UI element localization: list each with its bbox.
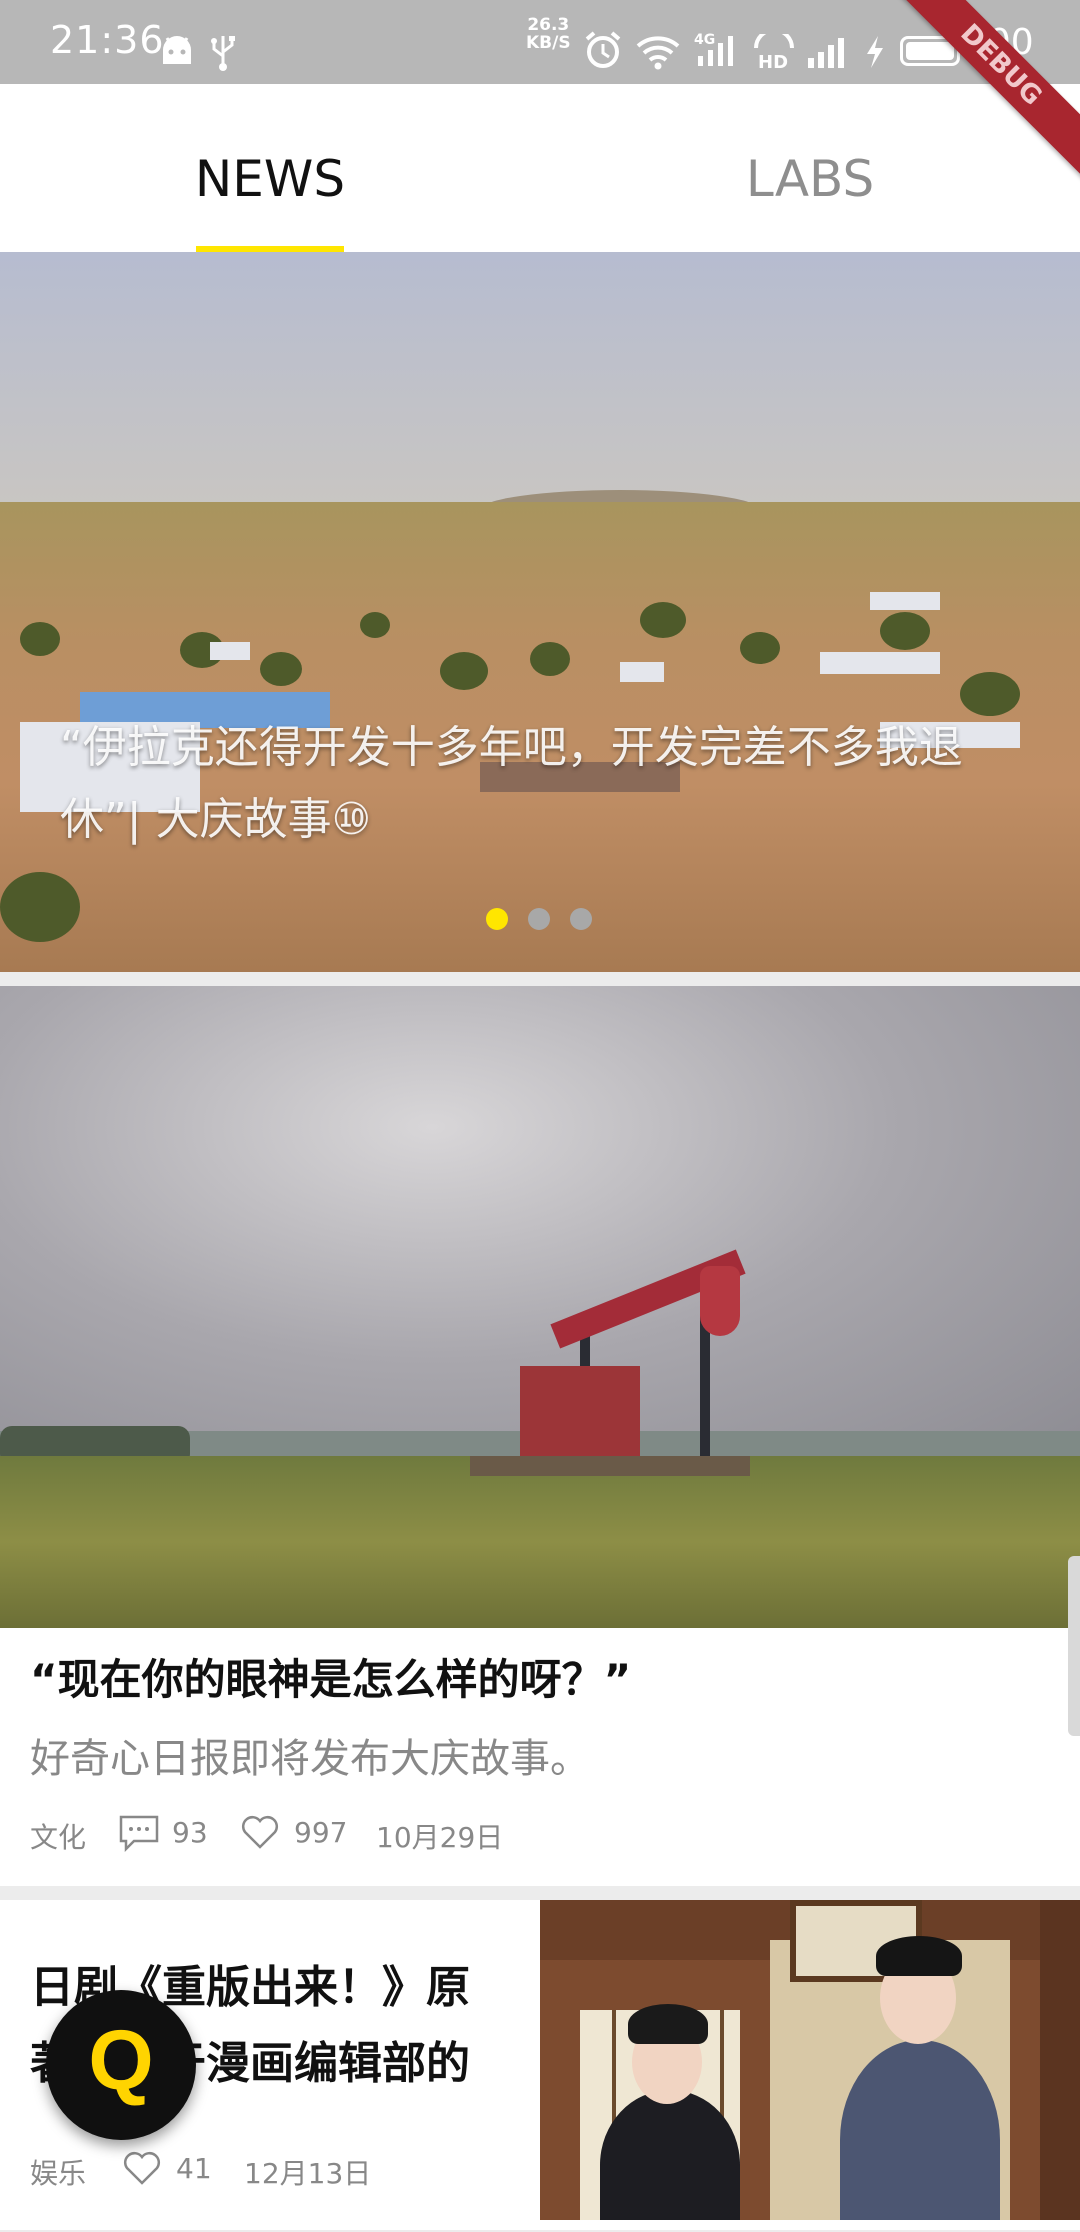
article-card[interactable]: “现在你的眼神是怎么样的呀？” 好奇心日报即将发布大庆故事。 文化 93 997…	[0, 986, 1080, 1886]
charging-icon	[867, 36, 883, 68]
network-type-label: 4G	[694, 32, 715, 48]
heart-icon[interactable]	[122, 2150, 162, 2186]
hero-title[interactable]: “伊拉克还得开发十多年吧，开发完差不多我退休”| 大庆故事⑩	[60, 712, 1020, 856]
carousel-dot[interactable]	[486, 908, 508, 930]
tab-labs-label: LABS	[745, 150, 875, 208]
alarm-icon	[585, 31, 621, 68]
qdaily-fab-button[interactable]: Q	[46, 1990, 196, 2140]
svg-text:HD: HD	[758, 52, 788, 70]
article-image	[0, 986, 1080, 1628]
signal-icon: 4G	[694, 32, 733, 66]
article-date: 12月13日	[244, 2157, 372, 2190]
article-category: 文化	[30, 1821, 87, 1854]
hd-icon: HD	[754, 34, 794, 70]
android-icon	[163, 36, 191, 64]
article-date: 10月29日	[376, 1821, 504, 1854]
article-category: 娱乐	[30, 2157, 87, 2190]
article-subtitle: 好奇心日报即将发布大庆故事。	[30, 1736, 590, 1782]
article-title: “现在你的眼神是怎么样的呀？”	[30, 1655, 632, 1704]
like-count: 997	[294, 1816, 348, 1849]
net-speed: 26.3 KB/S	[526, 16, 571, 52]
wifi-icon	[636, 36, 680, 70]
fab-label: Q	[88, 2013, 154, 2107]
signal-icon	[808, 38, 844, 68]
status-time: 21:36	[50, 18, 165, 62]
scroll-handle[interactable]	[1068, 1556, 1080, 1736]
usb-icon	[211, 36, 235, 71]
heart-icon[interactable]	[240, 1814, 280, 1850]
net-speed-unit: KB/S	[526, 33, 571, 53]
like-count: 41	[176, 2152, 212, 2185]
comment-count: 93	[172, 1816, 208, 1849]
comment-icon	[119, 1815, 159, 1852]
tab-labs[interactable]: LABS	[540, 84, 1080, 252]
tab-news[interactable]: NEWS	[0, 84, 540, 252]
hero-carousel[interactable]: “伊拉克还得开发十多年吧，开发完差不多我退休”| 大庆故事⑩	[0, 252, 1080, 972]
article-image	[540, 1900, 1080, 2220]
net-speed-value: 26.3	[527, 15, 570, 35]
tab-news-label: NEWS	[194, 150, 346, 208]
carousel-dot[interactable]	[570, 908, 592, 930]
tab-bar: NEWS LABS	[0, 84, 1080, 252]
carousel-dot[interactable]	[528, 908, 550, 930]
